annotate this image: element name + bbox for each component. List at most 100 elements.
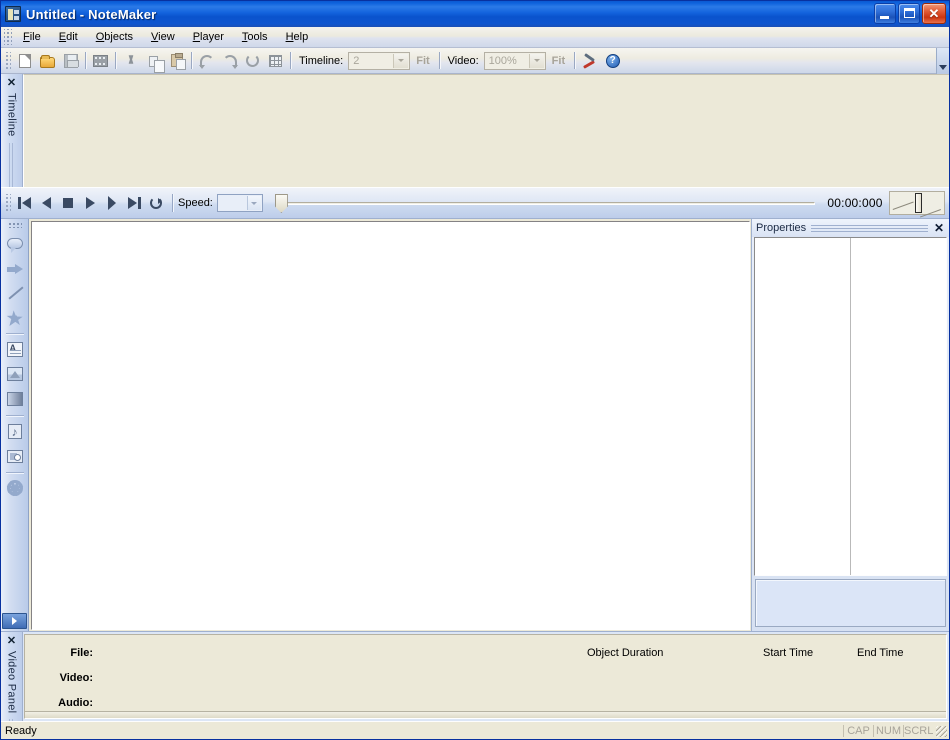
menu-item-help[interactable]: Help <box>277 29 318 45</box>
cut-icon <box>124 54 138 68</box>
video-fit-button[interactable]: Fit <box>546 55 571 67</box>
menu-objects-rest: bjects <box>104 31 134 43</box>
title-document-name: Untitled <box>26 6 76 22</box>
seek-slider[interactable] <box>269 191 815 215</box>
line-tool-button[interactable] <box>3 280 27 304</box>
video-panel-close-button[interactable]: ✕ <box>7 636 16 647</box>
volume-slider-thumb[interactable] <box>915 193 922 213</box>
cut-button[interactable] <box>119 50 142 72</box>
new-button[interactable] <box>13 50 36 72</box>
menu-item-objects[interactable]: Objects <box>87 29 142 45</box>
callout-tool-button[interactable] <box>3 230 27 254</box>
options-button[interactable] <box>578 50 601 72</box>
copy-button[interactable] <box>142 50 165 73</box>
workspace-row: Properties ✕ <box>1 219 949 631</box>
help-button[interactable]: ? <box>601 50 624 72</box>
timeline-fit-button[interactable]: Fit <box>410 55 435 67</box>
arrow-tool-button[interactable] <box>3 255 27 279</box>
minimize-button[interactable] <box>874 3 896 24</box>
audio-tool-button[interactable] <box>3 419 27 443</box>
menu-item-tools[interactable]: Tools <box>233 29 277 45</box>
player-control-bar: Speed: 00:00:000 <box>1 187 949 219</box>
redo-button[interactable] <box>218 50 241 72</box>
image-tool-button[interactable] <box>3 362 27 386</box>
timeline-close-button[interactable]: ✕ <box>7 78 16 89</box>
chevron-down-icon[interactable] <box>393 53 409 68</box>
refresh-button[interactable] <box>241 50 264 72</box>
speech-bubble-icon <box>6 237 23 253</box>
grid-button[interactable] <box>264 50 287 72</box>
stop-icon <box>63 198 73 208</box>
volume-slider[interactable] <box>889 191 945 215</box>
chevron-down-icon[interactable] <box>528 53 544 68</box>
palette-grip-handle[interactable] <box>7 222 22 228</box>
editor-canvas[interactable] <box>31 221 750 630</box>
properties-panel-title: Properties <box>756 222 807 234</box>
textbox-tool-button[interactable] <box>3 337 27 361</box>
video-zoom-combo[interactable]: 100% <box>483 51 546 70</box>
seek-slider-thumb[interactable] <box>274 194 288 213</box>
timeline-zoom-label: Timeline: <box>299 54 344 67</box>
menu-item-edit[interactable]: Edit <box>50 29 87 45</box>
properties-close-button[interactable]: ✕ <box>932 221 946 235</box>
seek-slider-track[interactable] <box>282 202 815 205</box>
go-to-start-button[interactable] <box>13 192 35 214</box>
step-forward-button[interactable] <box>101 192 123 214</box>
status-indicator-cap: CAP <box>843 724 873 737</box>
properties-panel-header: Properties ✕ <box>752 219 949 237</box>
column-header-start-time: Start Time <box>763 647 814 659</box>
palette-overflow-button[interactable] <box>2 613 27 629</box>
loop-icon <box>150 197 162 209</box>
stop-button[interactable] <box>57 192 79 214</box>
player-grip-handle[interactable] <box>4 194 11 212</box>
video-panel-grip[interactable] <box>8 719 15 721</box>
toolbar-overflow-button[interactable] <box>936 48 949 74</box>
timeline-track-area[interactable] <box>23 74 949 187</box>
shape-tool-button[interactable] <box>3 387 27 411</box>
go-to-end-button[interactable] <box>123 192 145 214</box>
column-header-end-time: End Time <box>857 647 904 659</box>
menu-item-view[interactable]: View <box>142 29 184 45</box>
play-button[interactable] <box>79 192 101 214</box>
toolbar-separator <box>438 52 440 69</box>
tools-icon <box>582 54 597 68</box>
menu-item-file[interactable]: File <box>14 29 50 45</box>
step-back-button[interactable] <box>35 192 57 214</box>
save-button[interactable] <box>59 50 82 72</box>
timeline-dock-grip[interactable] <box>8 142 15 187</box>
undo-button[interactable] <box>195 50 218 72</box>
maximize-button[interactable] <box>898 3 920 24</box>
chevron-down-icon[interactable] <box>246 196 261 210</box>
settings-tool-button[interactable] <box>3 476 27 500</box>
app-notemaker-icon <box>5 6 21 22</box>
menu-file-rest: ile <box>29 31 41 43</box>
star-tool-button[interactable] <box>3 305 27 329</box>
video-panel-title: Video Panel <box>5 651 18 714</box>
timeline-zoom-combo[interactable]: 2 <box>348 51 411 70</box>
toolbar-separator <box>85 52 86 69</box>
resize-grip[interactable] <box>933 724 949 738</box>
properties-grid[interactable] <box>754 237 947 576</box>
video-tool-button[interactable] <box>3 444 27 468</box>
text-box-icon <box>6 341 23 357</box>
menu-item-player[interactable]: Player <box>184 29 233 45</box>
close-button[interactable]: ✕ <box>922 3 946 24</box>
menu-grip-handle[interactable] <box>4 29 12 45</box>
toolbar-grip-handle[interactable] <box>4 51 11 70</box>
help-icon: ? <box>605 53 620 68</box>
speed-combo[interactable] <box>216 194 263 212</box>
properties-name-column <box>755 238 851 575</box>
video-panel-horizontal-scrollbar[interactable] <box>25 711 946 718</box>
loop-button[interactable] <box>145 192 167 214</box>
gear-icon <box>6 480 23 496</box>
paste-button[interactable] <box>165 50 188 72</box>
title-app-name: NoteMaker <box>88 6 157 22</box>
skip-to-start-icon <box>17 197 21 209</box>
properties-dock-grip[interactable] <box>811 224 928 232</box>
minimize-icon <box>880 16 889 19</box>
application-window: Untitled - NoteMaker ✕ File Edit Objects… <box>0 0 950 740</box>
video-button[interactable] <box>89 50 112 72</box>
save-icon <box>63 53 79 68</box>
open-button[interactable] <box>36 50 59 72</box>
status-indicator-scrl: SCRL <box>903 724 934 737</box>
